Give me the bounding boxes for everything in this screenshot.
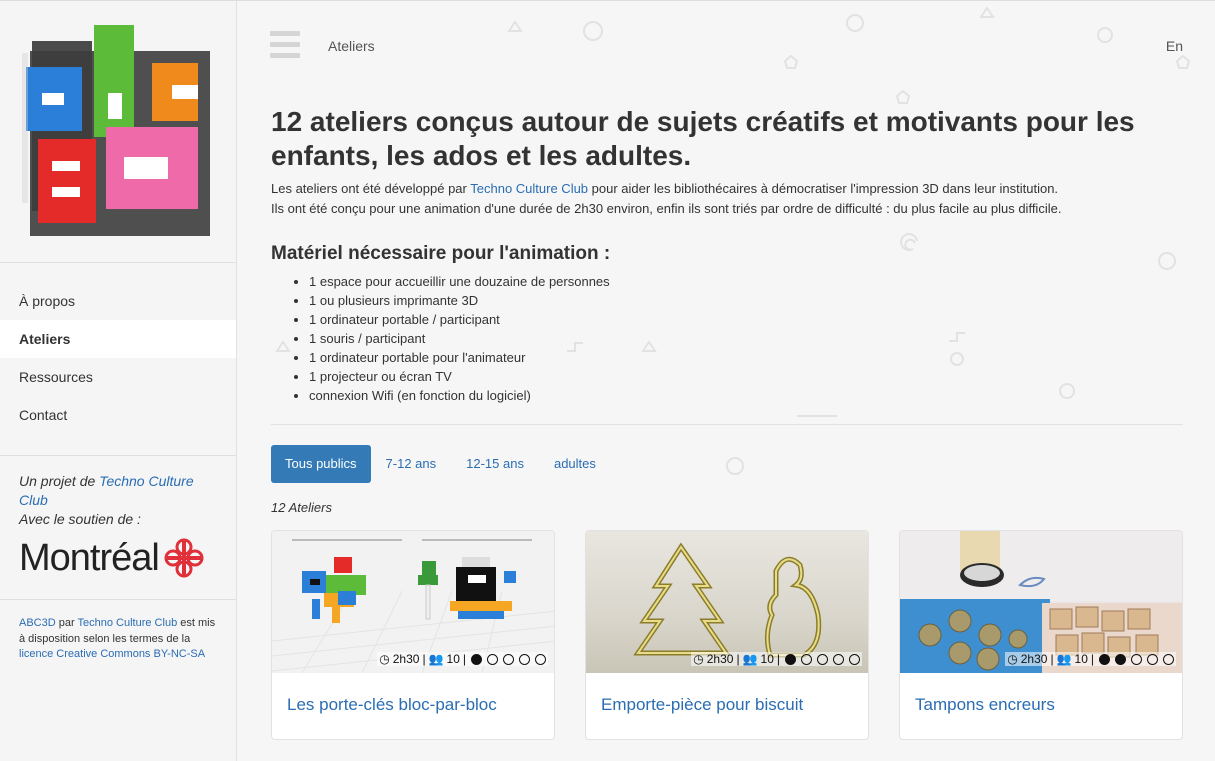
logo-area (0, 1, 236, 263)
separator: | (736, 652, 740, 666)
main-content: Ateliers En 12 ateliers conçus autour de… (237, 0, 1215, 761)
separator: | (1090, 652, 1094, 666)
card-title[interactable]: Les porte-clés bloc-par-bloc (287, 695, 497, 715)
people-icon: 👥 (428, 652, 444, 666)
people-icon: 👥 (1056, 652, 1072, 666)
difficulty-empty-icon (1147, 653, 1158, 665)
difficulty-empty-icon (503, 653, 514, 665)
montreal-rosette-icon (164, 538, 204, 578)
intro-before: Les ateliers ont été développé par (271, 181, 467, 196)
difficulty-empty-icon (817, 653, 828, 665)
language-switch[interactable]: En (1166, 38, 1183, 54)
difficulty-empty-icon (535, 653, 546, 665)
license-par: par (58, 617, 75, 629)
difficulty-empty-icon (487, 653, 498, 665)
difficulty-filled-icon (1099, 653, 1110, 665)
list-item: connexion Wifi (en fonction du logiciel) (309, 386, 1183, 405)
workshop-card[interactable]: ◷ 2h30 | 👥 10 | Emporte-pièce pour biscu… (585, 530, 869, 740)
topbar: Ateliers En (237, 1, 1215, 91)
list-item: 1 ou plusieurs imprimante 3D (309, 291, 1183, 310)
nav-item-ressources[interactable]: Ressources (0, 358, 236, 396)
list-item: 1 ordinateur portable pour l'animateur (309, 348, 1183, 367)
clock-icon: ◷ (1007, 652, 1018, 666)
separator: | (1050, 652, 1054, 666)
people-icon: 👥 (742, 652, 758, 666)
nav-item-contact[interactable]: Contact (0, 396, 236, 434)
card-meta: ◷ 2h30 | 👥 10 | (1005, 652, 1176, 666)
difficulty-filled-icon (785, 653, 796, 665)
page-title: 12 ateliers conçus autour de sujets créa… (271, 106, 1135, 171)
card-thumbnail: ◷ 2h30 | 👥 10 | (586, 531, 868, 673)
difficulty-empty-icon (1163, 653, 1174, 665)
montreal-wordmark: Montréal (19, 536, 160, 579)
clock-icon: ◷ (379, 652, 390, 666)
separator: | (422, 652, 426, 666)
difficulty-empty-icon (801, 653, 812, 665)
sidebar: À propos Ateliers Ressources Contact Un … (0, 0, 237, 761)
separator: | (462, 652, 466, 666)
creative-commons-link[interactable]: licence Creative Commons BY-NC-SA (19, 648, 205, 660)
list-item: 1 souris / participant (309, 329, 1183, 348)
people-value: 10 (446, 652, 460, 666)
separator: | (776, 652, 780, 666)
abc3d-link[interactable]: ABC3D (19, 617, 56, 629)
materials-heading: Matériel nécessaire pour l'animation : (271, 243, 611, 264)
filter-tous-publics[interactable]: Tous publics (271, 445, 371, 483)
duration-value: 2h30 (1020, 652, 1048, 666)
sidebar-nav: À propos Ateliers Ressources Contact (0, 282, 236, 434)
filter-adultes[interactable]: adultes (539, 445, 611, 483)
intro-text: Les ateliers ont été développé par Techn… (271, 179, 1183, 219)
intro-after: pour aider les bibliothécaires à démocra… (591, 181, 1059, 196)
list-item: 1 projecteur ou écran TV (309, 367, 1183, 386)
duration-value: 2h30 (706, 652, 734, 666)
workshop-card[interactable]: ◷ 2h30 | 👥 10 | Les porte-clés bloc-par-… (271, 530, 555, 740)
duration-value: 2h30 (392, 652, 420, 666)
menu-icon[interactable] (270, 31, 300, 59)
card-meta: ◷ 2h30 | 👥 10 | (377, 652, 548, 666)
project-prefix: Un projet de (19, 473, 96, 489)
abc3d-logo[interactable] (22, 23, 214, 239)
difficulty-empty-icon (519, 653, 530, 665)
workshop-count: 12 Ateliers (271, 500, 332, 515)
nav-item-a-propos[interactable]: À propos (0, 282, 236, 320)
difficulty-empty-icon (833, 653, 844, 665)
nav-item-ateliers[interactable]: Ateliers (0, 320, 236, 358)
workshop-cards: ◷ 2h30 | 👥 10 | Les porte-clés bloc-par-… (271, 530, 1183, 740)
card-title[interactable]: Emporte-pièce pour biscuit (601, 695, 803, 715)
workshops-section: 12 ateliers conçus autour de sujets créa… (271, 105, 1183, 740)
clock-icon: ◷ (693, 652, 704, 666)
project-credit: Un projet de Techno Culture Club Avec le… (0, 456, 236, 529)
people-value: 10 (760, 652, 774, 666)
techno-culture-club-link[interactable]: Techno Culture Club (78, 617, 178, 629)
techno-culture-club-link[interactable]: Techno Culture Club (470, 181, 588, 196)
list-item: 1 espace pour accueillir une douzaine de… (309, 272, 1183, 291)
difficulty-empty-icon (849, 653, 860, 665)
breadcrumb: Ateliers (328, 38, 375, 54)
materials-list: 1 espace pour accueillir une douzaine de… (271, 272, 1183, 405)
card-title[interactable]: Tampons encreurs (915, 695, 1055, 715)
card-meta: ◷ 2h30 | 👥 10 | (691, 652, 862, 666)
filter-7-12-ans[interactable]: 7-12 ans (371, 445, 452, 483)
montreal-logo[interactable]: Montréal (19, 537, 236, 579)
filter-12-15-ans[interactable]: 12-15 ans (451, 445, 539, 483)
difficulty-filled-icon (471, 653, 482, 665)
support-label: Avec le soutien de : (19, 511, 141, 527)
list-item: 1 ordinateur portable / participant (309, 310, 1183, 329)
workshop-card[interactable]: ◷ 2h30 | 👥 10 | Tampons encreurs (899, 530, 1183, 740)
audience-filters: Tous publics 7-12 ans 12-15 ans adultes (271, 445, 1183, 483)
card-thumbnail: ◷ 2h30 | 👥 10 | (272, 531, 554, 673)
divider (271, 424, 1183, 425)
difficulty-empty-icon (1131, 653, 1142, 665)
card-thumbnail: ◷ 2h30 | 👥 10 | (900, 531, 1182, 673)
people-value: 10 (1074, 652, 1088, 666)
difficulty-filled-icon (1115, 653, 1126, 665)
intro-line2: Ils ont été conçu pour une animation d'u… (271, 201, 1062, 216)
license-text: ABC3D par Techno Culture Club est mis à … (0, 600, 236, 679)
